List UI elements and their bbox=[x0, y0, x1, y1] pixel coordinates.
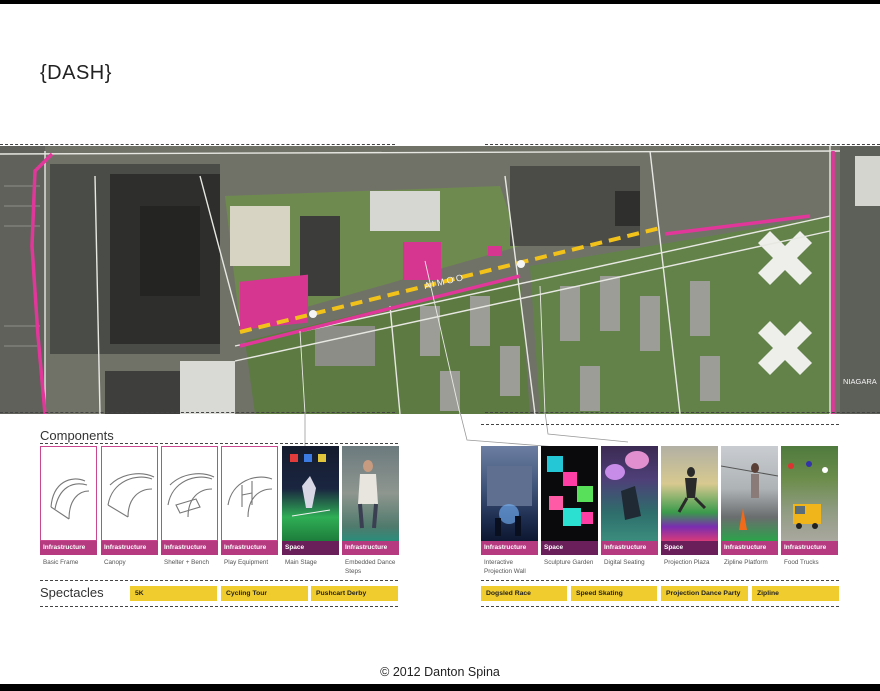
main-stage-photo bbox=[282, 446, 339, 541]
page-title: {DASH} bbox=[40, 62, 112, 84]
component-tag: Space bbox=[541, 541, 598, 555]
component-tag: Infrastructure bbox=[342, 541, 399, 555]
component-caption: Play Equipment bbox=[224, 559, 269, 566]
component-caption: Main Stage bbox=[285, 559, 317, 566]
sculpture-garden-photo bbox=[541, 446, 598, 541]
component-card-canopy: Infrastructure Canopy bbox=[101, 446, 158, 566]
component-caption: Canopy bbox=[104, 559, 126, 566]
component-tag: Space bbox=[282, 541, 339, 555]
component-tag: Infrastructure bbox=[40, 541, 97, 555]
component-card-shelter-bench: Infrastructure Shelter + Bench bbox=[161, 446, 218, 566]
spectacle-zipline: Zipline bbox=[752, 586, 839, 601]
aerial-site-map: A I M O O NIAGARA bbox=[0, 146, 880, 414]
component-caption: Interactive Projection Wall bbox=[484, 559, 526, 575]
play-equipment-sketch bbox=[221, 446, 278, 541]
components-label: Components bbox=[40, 428, 114, 443]
component-tag: Space bbox=[661, 541, 718, 555]
shelter-bench-sketch bbox=[161, 446, 218, 541]
component-card-basic-frame: Infrastructure Basic Frame bbox=[40, 446, 97, 566]
divider-spectacles-top-left bbox=[40, 580, 398, 581]
component-tag: Infrastructure bbox=[781, 541, 838, 555]
divider-spectacles-bottom-left bbox=[40, 606, 398, 607]
divider-spectacles-top-right bbox=[481, 580, 839, 581]
street-label-niagara: NIAGARA bbox=[843, 377, 877, 386]
component-card-food-trucks: Infrastructure Food Trucks bbox=[781, 446, 838, 566]
component-caption: Shelter + Bench bbox=[164, 559, 209, 566]
component-tag: Infrastructure bbox=[481, 541, 538, 555]
spectacle-5k: 5K bbox=[130, 586, 217, 601]
food-trucks-photo bbox=[781, 446, 838, 541]
digital-seating-photo bbox=[601, 446, 658, 541]
component-caption: Embedded Dance Steps bbox=[345, 559, 396, 575]
component-card-digital-seating: Infrastructure Digital Seating bbox=[601, 446, 658, 566]
component-tag: Infrastructure bbox=[161, 541, 218, 555]
interactive-projection-wall-photo bbox=[481, 446, 538, 541]
component-card-main-stage: Space Main Stage bbox=[282, 446, 339, 566]
spectacle-speed-skating: Speed Skating bbox=[571, 586, 657, 601]
component-tag: Infrastructure bbox=[721, 541, 778, 555]
bottom-border bbox=[0, 684, 880, 691]
component-caption: Projection Plaza bbox=[664, 559, 710, 566]
spectacle-pushcart-derby: Pushcart Derby bbox=[311, 586, 398, 601]
component-card-projection-plaza: Space Projection Plaza bbox=[661, 446, 718, 566]
component-card-interactive-projection-wall: Infrastructure Interactive Projection Wa… bbox=[481, 446, 538, 575]
divider-spectacles-bottom-right bbox=[481, 606, 839, 607]
basic-frame-sketch bbox=[40, 446, 97, 541]
copyright-notice: © 2012 Danton Spina bbox=[380, 665, 500, 679]
canopy-sketch bbox=[101, 446, 158, 541]
component-caption: Digital Seating bbox=[604, 559, 645, 566]
spectacle-dogsled-race: Dogsled Race bbox=[481, 586, 567, 601]
component-tag: Infrastructure bbox=[221, 541, 278, 555]
spectacle-projection-dance-party: Projection Dance Party bbox=[661, 586, 748, 601]
divider-top-right bbox=[485, 144, 880, 145]
zipline-platform-photo bbox=[720, 446, 779, 541]
component-caption: Sculpture Garden bbox=[544, 559, 594, 566]
component-caption: Food Trucks bbox=[784, 559, 819, 566]
divider-components-right bbox=[481, 424, 839, 425]
divider-top-left bbox=[0, 144, 395, 145]
embedded-dance-steps-photo bbox=[342, 446, 399, 541]
component-card-sculpture-garden: Space Sculpture Garden bbox=[541, 446, 598, 566]
aerial-map-graphic: A I M O O NIAGARA bbox=[0, 146, 880, 414]
component-caption: Zipline Platform bbox=[724, 559, 768, 566]
component-card-play-equipment: Infrastructure Play Equipment bbox=[221, 446, 278, 566]
component-card-embedded-dance-steps: Infrastructure Embedded Dance Steps bbox=[342, 446, 399, 575]
top-border bbox=[0, 0, 880, 4]
component-tag: Infrastructure bbox=[601, 541, 658, 555]
spectacle-cycling-tour: Cycling Tour bbox=[221, 586, 308, 601]
component-card-zipline-platform: Infrastructure Zipline Platform bbox=[720, 446, 779, 566]
projection-plaza-photo bbox=[661, 446, 718, 541]
divider-components-left bbox=[40, 443, 398, 444]
component-tag: Infrastructure bbox=[101, 541, 158, 555]
component-caption: Basic Frame bbox=[43, 559, 79, 566]
spectacles-label: Spectacles bbox=[40, 585, 104, 600]
